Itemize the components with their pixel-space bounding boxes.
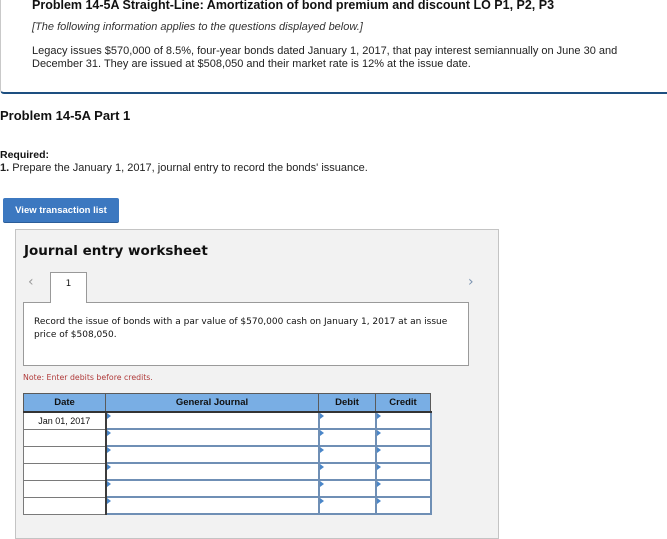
required-number: 1. [0,162,10,174]
credit-input[interactable] [374,462,432,481]
journal-row [23,462,432,481]
header-credit: Credit [375,393,431,413]
date-cell [23,445,107,464]
journal-row [23,479,432,498]
debit-input[interactable] [317,445,377,464]
view-transaction-list-button[interactable]: View transaction list [3,198,119,222]
transaction-description: Record the issue of bonds with a par val… [34,317,448,340]
header-debit: Debit [318,393,376,413]
debit-input[interactable] [317,496,377,515]
worksheet-title: Journal entry worksheet [24,243,208,259]
journal-entry-worksheet: Journal entry worksheet ‹ 1 › Record the… [15,229,499,539]
chevron-right-icon[interactable]: › [468,274,474,290]
debit-input[interactable] [317,428,377,447]
header-date: Date [23,393,106,413]
journal-table: Date General Journal Debit Credit Jan 01… [23,393,432,515]
problem-description: Legacy issues $570,000 of 8.5%, four-yea… [32,45,618,70]
journal-header-row: Date General Journal Debit Credit [23,393,431,413]
account-input[interactable] [104,428,320,447]
debit-input[interactable] [317,462,377,481]
transaction-description-box: Record the issue of bonds with a par val… [23,302,469,366]
account-input[interactable] [104,462,320,481]
part-title: Problem 14-5A Part 1 [0,108,131,123]
account-input[interactable] [104,411,320,430]
account-input[interactable] [104,479,320,498]
journal-row: Jan 01, 2017 [23,411,432,430]
header-general-journal: General Journal [105,393,319,413]
credit-input[interactable] [374,445,432,464]
date-cell [23,496,107,515]
problem-title: Problem 14-5A Straight-Line: Amortizatio… [32,0,555,12]
required-instruction: 1. Prepare the January 1, 2017, journal … [0,162,368,174]
required-label: Required: [0,149,50,161]
problem-info-note: [The following information applies to th… [32,21,363,33]
debit-input[interactable] [317,479,377,498]
date-cell [23,462,107,481]
credit-input[interactable] [374,479,432,498]
date-cell [23,428,107,447]
journal-row [23,496,432,515]
date-cell [23,479,107,498]
problem-intro-card: Problem 14-5A Straight-Line: Amortizatio… [0,0,667,94]
worksheet-tab-1[interactable]: 1 [50,272,87,303]
chevron-left-icon[interactable]: ‹ [28,274,34,290]
credit-input[interactable] [374,428,432,447]
account-input[interactable] [104,445,320,464]
journal-row [23,445,432,464]
date-cell: Jan 01, 2017 [23,411,107,430]
account-input[interactable] [104,496,320,515]
debit-input[interactable] [317,411,377,430]
required-instruction-text: Prepare the January 1, 2017, journal ent… [9,162,368,174]
credit-input[interactable] [374,411,432,430]
journal-row [23,428,432,447]
debits-note: Note: Enter debits before credits. [23,373,153,382]
credit-input[interactable] [374,496,432,515]
